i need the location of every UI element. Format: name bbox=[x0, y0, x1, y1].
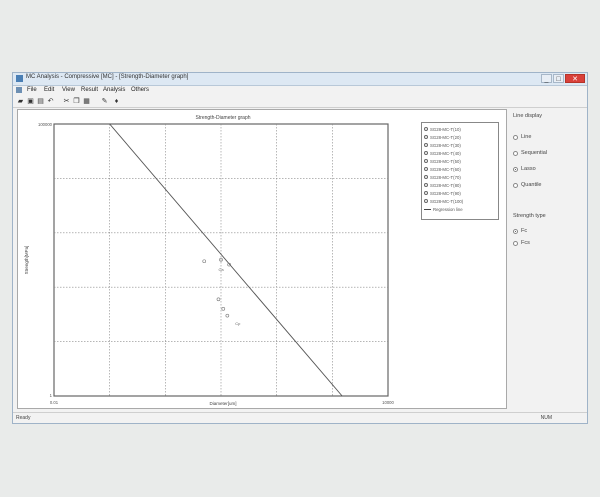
circle-marker-icon bbox=[424, 191, 428, 195]
circle-marker-icon bbox=[424, 135, 428, 139]
radio-icon[interactable] bbox=[513, 150, 518, 156]
status-bar: Ready NUM bbox=[13, 412, 587, 423]
menu-view[interactable]: View bbox=[62, 87, 75, 93]
y-axis-label: Strength[MPa] bbox=[24, 246, 29, 275]
circle-marker-icon bbox=[424, 175, 428, 179]
status-indicator: NUM bbox=[540, 415, 552, 421]
line-marker-icon bbox=[424, 208, 431, 210]
circle-marker-icon bbox=[424, 151, 428, 155]
legend-item: SG28-MC-T(20) bbox=[424, 133, 461, 141]
circle-marker-icon bbox=[424, 127, 428, 131]
legend-item-regression: Regression line bbox=[424, 205, 463, 213]
line-mode-option[interactable]: Lasso bbox=[513, 165, 536, 173]
radio-selected-icon[interactable] bbox=[513, 166, 518, 172]
data-point bbox=[216, 297, 221, 302]
window-controls: _ □ ✕ bbox=[541, 74, 585, 84]
cut-icon[interactable]: ✂ bbox=[63, 98, 70, 105]
radio-selected-icon[interactable] bbox=[513, 228, 518, 234]
app-window: MC Analysis - Compressive [MC] - [Streng… bbox=[12, 72, 588, 424]
tool-icon[interactable]: ✎ bbox=[101, 98, 108, 105]
legend-item: SG28-MC-T(70) bbox=[424, 173, 461, 181]
circle-marker-icon bbox=[424, 199, 428, 203]
y-tick-label: 100000 bbox=[38, 122, 53, 127]
strength-type-title: Strength type bbox=[513, 213, 546, 219]
close-button[interactable]: ✕ bbox=[565, 74, 585, 83]
strength-type-option[interactable]: Fc bbox=[513, 227, 527, 235]
maximize-button[interactable]: □ bbox=[553, 74, 564, 83]
options-panel: Line display Line Sequential Lasso Quant… bbox=[511, 109, 585, 409]
legend-item: SG28-MC-T(80) bbox=[424, 181, 461, 189]
regression-line bbox=[109, 123, 343, 397]
status-text: Ready bbox=[16, 415, 31, 421]
window-title: MC Analysis - Compressive [MC] - [Streng… bbox=[26, 74, 189, 80]
title-bar: MC Analysis - Compressive [MC] - [Streng… bbox=[13, 73, 587, 86]
line-mode-option[interactable]: Line bbox=[513, 133, 531, 141]
circle-marker-icon bbox=[424, 143, 428, 147]
data-point bbox=[225, 313, 230, 318]
chart-area: Strength-Diameter graph Ca Cp 100000 1 0.… bbox=[17, 109, 507, 409]
y-tick-label: 1 bbox=[50, 393, 53, 398]
copy-icon[interactable]: ❐ bbox=[73, 98, 80, 105]
legend-item: SG28-MC-T(30) bbox=[424, 141, 461, 149]
point-label: Ca bbox=[218, 267, 224, 272]
menu-edit[interactable]: Edit bbox=[44, 87, 54, 93]
strength-type-option[interactable]: Fcs bbox=[513, 239, 530, 247]
print-icon[interactable]: ▤ bbox=[37, 98, 44, 105]
legend-item: SG28-MC-T(100) bbox=[424, 197, 463, 205]
menu-bar: File Edit View Result Analysis Others bbox=[13, 86, 587, 95]
undo-icon[interactable]: ↶ bbox=[47, 98, 54, 105]
minimize-button[interactable]: _ bbox=[541, 74, 552, 83]
line-display-title: Line display bbox=[513, 113, 543, 119]
circle-marker-icon bbox=[424, 183, 428, 187]
data-point bbox=[221, 307, 226, 311]
legend-item: SG28-MC-T(50) bbox=[424, 157, 461, 165]
menu-analysis[interactable]: Analysis bbox=[103, 87, 125, 93]
circle-marker-icon bbox=[424, 159, 428, 163]
legend-item: SG28-MC-T(10) bbox=[424, 125, 461, 133]
chart-title: Strength-Diameter graph bbox=[195, 115, 250, 121]
x-tick-label: 0.01 bbox=[50, 400, 59, 405]
chart-legend: SG28-MC-T(10) SG28-MC-T(20) SG28-MC-T(30… bbox=[421, 122, 499, 220]
radio-icon[interactable] bbox=[513, 134, 518, 140]
menu-file[interactable]: File bbox=[27, 87, 37, 93]
radio-icon[interactable] bbox=[513, 182, 518, 188]
data-point bbox=[202, 259, 207, 264]
document-icon bbox=[16, 87, 22, 93]
radio-icon[interactable] bbox=[513, 240, 518, 246]
point-label: Cp bbox=[235, 321, 241, 326]
info-icon[interactable]: ♦ bbox=[113, 98, 120, 105]
legend-item: SG28-MC-T(40) bbox=[424, 149, 461, 157]
legend-item: SG28-MC-T(90) bbox=[424, 189, 461, 197]
toolbar: ▰ ▣ ▤ ↶ ✂ ❐ ▦ ✎ ♦ bbox=[13, 96, 587, 108]
save-icon[interactable]: ▣ bbox=[27, 98, 34, 105]
menu-others[interactable]: Others bbox=[131, 87, 149, 93]
paste-icon[interactable]: ▦ bbox=[83, 98, 90, 105]
app-icon bbox=[16, 75, 23, 82]
x-axis-label: Diameter[um] bbox=[209, 401, 236, 406]
circle-marker-icon bbox=[424, 167, 428, 171]
menu-result[interactable]: Result bbox=[81, 87, 98, 93]
line-mode-option[interactable]: Quantile bbox=[513, 181, 542, 189]
legend-item: SG28-MC-T(60) bbox=[424, 165, 461, 173]
open-icon[interactable]: ▰ bbox=[17, 98, 24, 105]
line-mode-option[interactable]: Sequential bbox=[513, 149, 547, 157]
x-tick-label: 10000 bbox=[382, 400, 394, 405]
